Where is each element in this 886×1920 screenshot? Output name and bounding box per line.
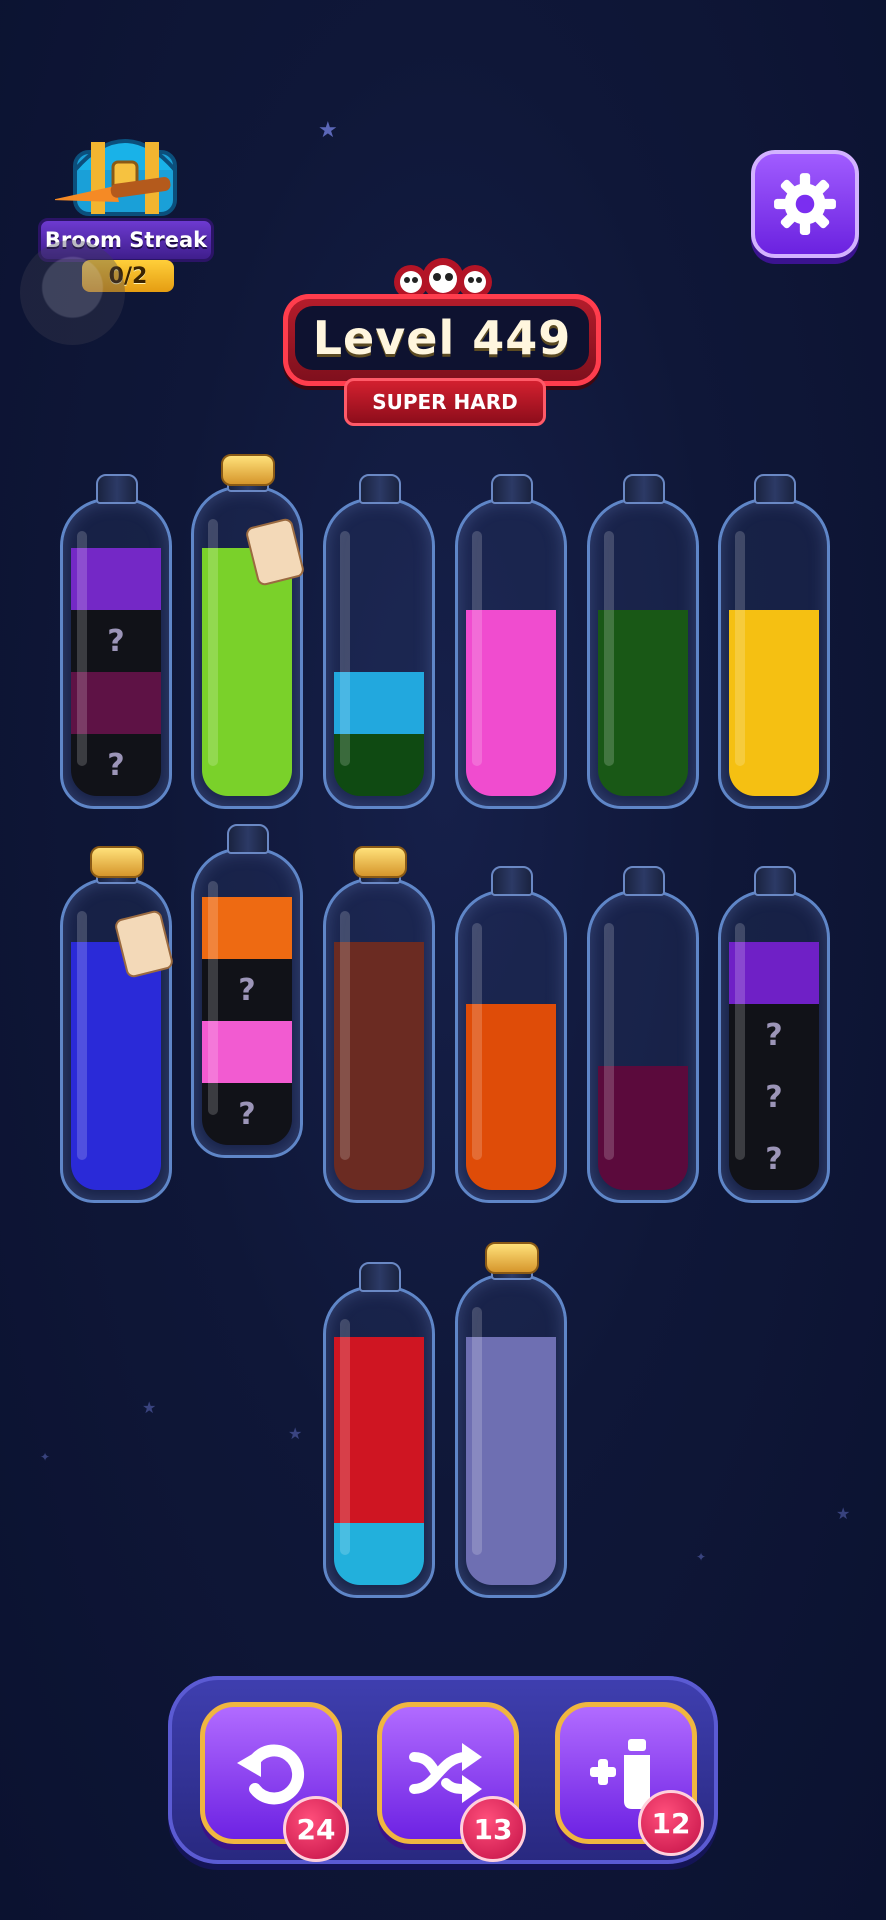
cork-icon — [485, 1242, 539, 1274]
glass-shine — [604, 923, 614, 1160]
bottle-neck — [359, 1262, 401, 1292]
add-bottle-count-badge: 12 — [638, 1790, 704, 1856]
bottle[interactable] — [455, 1242, 567, 1598]
settings-button[interactable] — [751, 150, 859, 258]
glass-shine — [340, 1319, 350, 1555]
difficulty-badge: SUPER HARD — [344, 378, 546, 426]
bottle-glass — [455, 1274, 567, 1598]
glass-shine — [604, 531, 614, 766]
star-decoration: ★ — [836, 1504, 851, 1523]
glass-shine — [735, 531, 745, 766]
bottle-neck — [96, 474, 138, 504]
bottle[interactable] — [60, 846, 175, 1203]
bottle-glass — [323, 498, 435, 809]
star-decoration: ★ — [142, 1398, 157, 1417]
bottle-neck — [623, 474, 665, 504]
bottle-glass — [718, 498, 830, 809]
star-decoration: ★ — [288, 1424, 303, 1443]
glass-shine — [340, 531, 350, 766]
bottle-neck — [491, 474, 533, 504]
bottle[interactable] — [455, 866, 567, 1203]
hidden-mark: ? — [238, 972, 256, 1008]
hidden-mark: ? — [238, 1096, 256, 1132]
gear-icon — [774, 173, 836, 235]
bottle-glass — [587, 890, 699, 1203]
bottle-glass: ??? — [718, 890, 830, 1203]
star-decoration: ✦ — [40, 1450, 51, 1464]
bottle-neck — [491, 866, 533, 896]
bottle[interactable]: ??? — [718, 866, 830, 1203]
bottle-glass — [455, 498, 567, 809]
hidden-mark: ? — [765, 1079, 783, 1115]
bottle[interactable]: ?? — [60, 474, 172, 809]
cork-icon — [90, 846, 144, 878]
glass-shine — [472, 923, 482, 1160]
glass-shine — [77, 531, 87, 766]
hidden-mark: ? — [765, 1017, 783, 1053]
treasure-chest-icon — [55, 139, 177, 216]
level-banner-inner: Level 449 — [295, 306, 589, 370]
glass-shine — [208, 881, 218, 1115]
bottle-glass — [323, 878, 435, 1203]
bottle-glass: ?? — [60, 498, 172, 809]
hidden-mark: ? — [107, 747, 125, 783]
bottle-neck — [754, 474, 796, 504]
glass-shine — [208, 519, 218, 766]
bottle[interactable] — [323, 1262, 435, 1598]
bottle[interactable] — [587, 474, 699, 809]
bottle-glass: ?? — [191, 848, 303, 1158]
bottle-glass — [455, 890, 567, 1203]
bottle-neck — [623, 866, 665, 896]
glass-shine — [735, 923, 745, 1160]
bottle-neck — [227, 824, 269, 854]
star-decoration: ✦ — [696, 1550, 707, 1564]
bottle-glass — [587, 498, 699, 809]
bottle[interactable] — [587, 866, 699, 1203]
cork-icon — [221, 454, 275, 486]
bottle-glass — [323, 1286, 435, 1598]
shuffle-count-badge: 13 — [460, 1796, 526, 1862]
bottle-neck — [359, 474, 401, 504]
bottle[interactable] — [323, 474, 435, 809]
bottle[interactable] — [455, 474, 567, 809]
glass-shine — [340, 911, 350, 1160]
cork-icon — [353, 846, 407, 878]
level-title: Level 449 — [312, 311, 572, 365]
hidden-mark: ? — [765, 1141, 783, 1177]
glass-shine — [472, 1307, 482, 1555]
hidden-mark: ? — [107, 623, 125, 659]
bottle[interactable]: ?? — [191, 824, 303, 1158]
bottle[interactable] — [718, 474, 830, 809]
glass-shine — [472, 531, 482, 766]
bottle[interactable] — [323, 846, 435, 1203]
joystick-handle[interactable] — [20, 240, 125, 345]
glass-shine — [77, 911, 87, 1160]
level-banner: Level 449 — [283, 294, 601, 386]
undo-count-badge: 24 — [283, 1796, 349, 1862]
bottle[interactable] — [191, 454, 306, 809]
star-decoration: ★ — [318, 118, 338, 143]
bottle-neck — [754, 866, 796, 896]
